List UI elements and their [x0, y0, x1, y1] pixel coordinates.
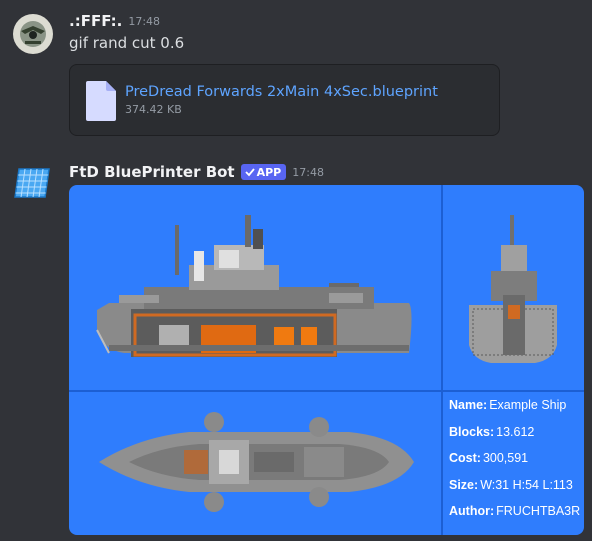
- app-badge-label: APP: [256, 165, 282, 179]
- stat-name: Name: Example Ship: [449, 398, 567, 412]
- ship-top-view: [99, 412, 414, 512]
- timestamp: 17:48: [128, 14, 161, 28]
- file-icon: [86, 81, 116, 125]
- stat-cost: Cost: 300,591: [449, 451, 529, 465]
- attachment-file-size: 374.42 KB: [125, 103, 182, 116]
- username[interactable]: .:FFF:.: [69, 12, 122, 30]
- message-header: .:FFF:. 17:48: [69, 12, 160, 30]
- user-avatar-icon: [13, 14, 53, 54]
- check-icon: [244, 168, 255, 177]
- avatar-fff[interactable]: [13, 14, 53, 54]
- blueprint-grid-icon: [14, 168, 50, 198]
- ship-side-view: [96, 215, 412, 357]
- attachment-file-name[interactable]: PreDread Forwards 2xMain 4xSec.blueprint: [125, 84, 438, 100]
- ship-front-view: [469, 215, 557, 363]
- avatar-bot[interactable]: [13, 163, 53, 203]
- ship-stats: Name: Example Ship Blocks: 13.612 Cost: 300…: [449, 398, 581, 531]
- blueprint-embed-image[interactable]: Name: Example Ship Blocks: 13.612 Cost: 300…: [69, 185, 584, 535]
- message-text: gif rand cut 0.6: [69, 34, 185, 52]
- username[interactable]: FtD BluePrinter Bot: [69, 163, 235, 181]
- stat-author: Author: FRUCHTBA3R: [449, 504, 581, 518]
- file-attachment: PreDread Forwards 2xMain 4xSec.blueprint…: [69, 64, 500, 136]
- timestamp: 17:48: [292, 165, 324, 179]
- app-badge: APP: [240, 164, 287, 180]
- stat-size: Size: W:31 H:54 L:113: [449, 477, 573, 492]
- stat-blocks: Blocks: 13.612: [449, 424, 535, 439]
- message-header: FtD BluePrinter Bot APP 17:48: [69, 163, 324, 181]
